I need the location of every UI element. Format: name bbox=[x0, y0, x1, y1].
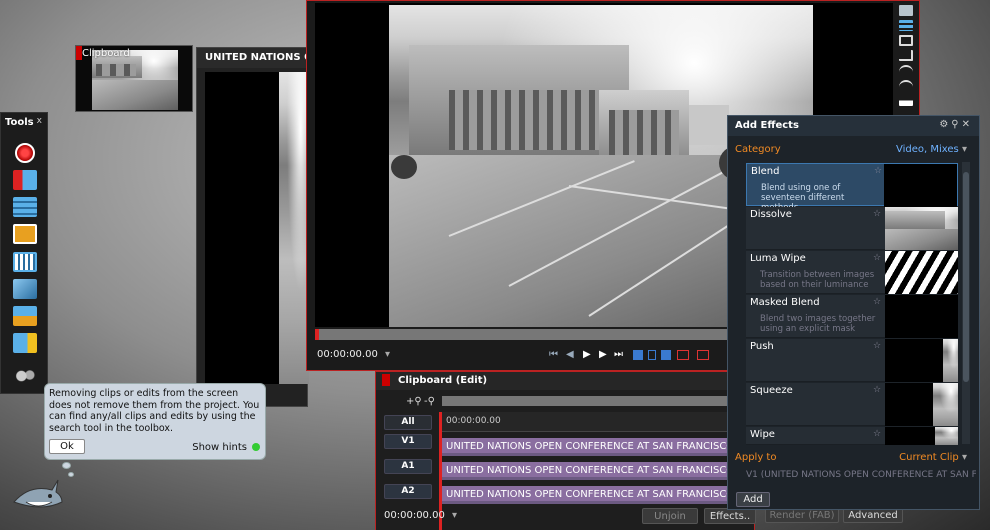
effect-item-dissolve[interactable]: Dissolve ☆ bbox=[746, 207, 958, 250]
effect-thumbnail bbox=[885, 427, 958, 445]
effect-item-luma-wipe[interactable]: Luma Wipe Transition between images base… bbox=[746, 251, 958, 294]
category-select[interactable]: Video, Mixes ▾ bbox=[896, 144, 967, 155]
pin-icon[interactable]: ⚲ bbox=[951, 119, 961, 130]
track-all-button[interactable]: All bbox=[384, 415, 432, 430]
import-icon[interactable] bbox=[13, 170, 37, 190]
track-label-a1[interactable]: A1 bbox=[384, 459, 432, 474]
add-effects-panel: Add Effects ⚙⚲✕ Category Video, Mixes ▾ … bbox=[727, 115, 980, 510]
timeline-timecode[interactable]: 00:00:00.00 ▾ bbox=[384, 510, 457, 521]
upload-icon[interactable] bbox=[899, 95, 913, 106]
source-viewer-screen bbox=[205, 72, 279, 384]
apply-to-select[interactable]: Current Clip ▾ bbox=[899, 452, 967, 463]
track-label-v1[interactable]: V1 bbox=[384, 434, 432, 449]
effect-item-blend[interactable]: Blend Blend using one of seventeen diffe… bbox=[746, 163, 958, 213]
apply-to-target: V1 (UNITED NATIONS OPEN CONFERENCE AT SA… bbox=[746, 470, 976, 480]
show-hints-label: Show hints bbox=[192, 441, 247, 453]
go-to-end-icon[interactable]: ⏭ bbox=[614, 349, 623, 360]
tools-panel: Tools x bbox=[0, 112, 48, 394]
search-icon[interactable] bbox=[13, 224, 37, 244]
effect-item-squeeze[interactable]: Squeeze ☆ bbox=[746, 383, 958, 426]
timeline-panel: Clipboard (Edit) +⚲ -⚲ All 00:00:00.00 ▼… bbox=[375, 371, 756, 530]
overwrite-icon[interactable] bbox=[697, 350, 709, 360]
favorite-star-icon[interactable]: ☆ bbox=[873, 429, 881, 439]
effects-scrollbar-thumb[interactable] bbox=[963, 172, 969, 382]
effect-item-masked-blend[interactable]: Masked Blend Blend two images together u… bbox=[746, 295, 958, 338]
favorite-star-icon[interactable]: ☆ bbox=[873, 253, 881, 263]
track-label-a2[interactable]: A2 bbox=[384, 484, 432, 499]
record-icon[interactable] bbox=[15, 143, 35, 163]
effect-thumbnail bbox=[885, 383, 958, 426]
clipboard-thumbnail[interactable]: Clipboard bbox=[75, 45, 193, 112]
tracks-icon[interactable] bbox=[13, 306, 37, 326]
mark-in-icon[interactable] bbox=[633, 350, 643, 360]
effect-thumbnail bbox=[885, 339, 958, 382]
show-hints-toggle[interactable] bbox=[252, 443, 260, 451]
layers-icon[interactable] bbox=[13, 279, 37, 299]
frame-icon[interactable] bbox=[899, 35, 913, 46]
folder-icon[interactable] bbox=[899, 5, 913, 16]
clip-a1[interactable]: UNITED NATIONS OPEN CONFERENCE AT SAN FR… bbox=[442, 462, 752, 480]
effect-item-wipe[interactable]: Wipe ☆ bbox=[746, 427, 958, 445]
category-label: Category bbox=[735, 144, 781, 155]
favorite-star-icon[interactable]: ☆ bbox=[873, 209, 881, 219]
undo-icon[interactable] bbox=[899, 65, 913, 76]
favorite-star-icon[interactable]: ☆ bbox=[873, 341, 881, 351]
shark-mascot-icon[interactable] bbox=[12, 476, 64, 516]
viewer-sidebar bbox=[895, 5, 917, 110]
hint-ok-button[interactable]: Ok bbox=[49, 439, 85, 454]
export-icon[interactable] bbox=[13, 333, 37, 353]
step-back-icon[interactable]: ◀ bbox=[566, 349, 574, 360]
tools-close-icon[interactable]: x bbox=[37, 116, 42, 126]
keyboard-icon[interactable] bbox=[13, 252, 37, 272]
close-icon[interactable]: ✕ bbox=[962, 119, 973, 130]
effect-thumbnail bbox=[885, 295, 958, 338]
effects-scrollbar[interactable] bbox=[962, 162, 970, 444]
bins-icon[interactable] bbox=[13, 197, 37, 217]
timeline-overview-bar[interactable] bbox=[442, 396, 752, 406]
settings-icon[interactable] bbox=[13, 367, 37, 387]
source-viewer-title: UNITED NATIONS OPEN CONFERENCE AT SAN FR… bbox=[197, 48, 307, 68]
favorite-star-icon[interactable]: ☆ bbox=[874, 166, 882, 176]
timeline-ruler[interactable]: 00:00:00.00 bbox=[442, 412, 752, 432]
favorite-star-icon[interactable]: ☆ bbox=[873, 297, 881, 307]
zoom-out-icon[interactable]: -⚲ bbox=[424, 396, 435, 407]
timeline-flag-icon bbox=[382, 374, 390, 386]
clipboard-label: Clipboard bbox=[82, 48, 130, 59]
playhead[interactable] bbox=[315, 329, 319, 340]
favorite-star-icon[interactable]: ☆ bbox=[873, 385, 881, 395]
source-viewer-image bbox=[279, 72, 309, 384]
effect-thumbnail bbox=[884, 164, 957, 207]
add-effect-button[interactable]: Add bbox=[736, 492, 770, 507]
insert-icon[interactable] bbox=[677, 350, 689, 360]
effect-item-push[interactable]: Push ☆ bbox=[746, 339, 958, 382]
clip-a2[interactable]: UNITED NATIONS OPEN CONFERENCE AT SAN FR… bbox=[442, 486, 752, 504]
redo-icon[interactable] bbox=[899, 80, 913, 91]
clip-v1[interactable]: UNITED NATIONS OPEN CONFERENCE AT SAN FR… bbox=[442, 438, 752, 456]
unjoin-button[interactable]: Unjoin bbox=[642, 508, 698, 524]
effect-thumbnail bbox=[885, 207, 958, 250]
timeline-title: Clipboard (Edit) bbox=[376, 372, 754, 390]
source-viewer-window: UNITED NATIONS OPEN CONFERENCE AT SAN FR… bbox=[196, 47, 309, 407]
panel-window-icons: ⚙⚲✕ bbox=[939, 119, 973, 130]
hint-text: Removing clips or edits from the screen … bbox=[49, 388, 260, 434]
crop-icon[interactable] bbox=[899, 50, 913, 61]
apply-to-label: Apply to bbox=[735, 452, 777, 463]
list-icon[interactable] bbox=[899, 20, 913, 31]
mark-clear-icon[interactable] bbox=[648, 350, 656, 360]
effect-thumbnail bbox=[885, 251, 958, 294]
mark-out-icon[interactable] bbox=[661, 350, 671, 360]
effects-button[interactable]: Effects.. bbox=[704, 508, 756, 524]
step-forward-icon[interactable]: ▶ bbox=[599, 349, 607, 360]
settings-gear-icon[interactable]: ⚙ bbox=[939, 119, 951, 130]
clipboard-preview-image bbox=[92, 50, 178, 110]
hint-bubble: Removing clips or edits from the screen … bbox=[44, 383, 266, 460]
play-icon[interactable]: ▶ bbox=[583, 349, 591, 360]
hint-tail-dot bbox=[62, 462, 71, 469]
go-to-start-icon[interactable]: ⏮ bbox=[549, 349, 558, 360]
hint-tail-dot-small bbox=[68, 472, 74, 477]
zoom-in-icon[interactable]: +⚲ bbox=[406, 396, 422, 407]
viewer-timecode[interactable]: 00:00:00.00 ▾ bbox=[317, 349, 390, 360]
